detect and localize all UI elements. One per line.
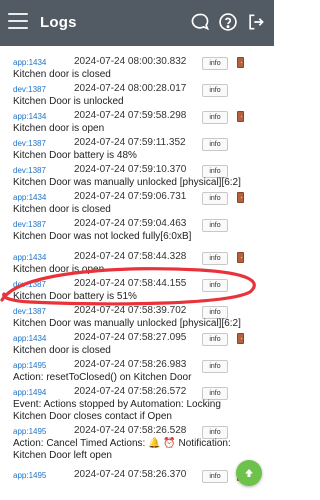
log-message: Event: Actions stopped by Automation: Lo… (13, 399, 221, 422)
log-message: Action: Cancel Timed Actions: 🔔 ⏰ Notifi… (13, 438, 231, 461)
arrow-up-icon (245, 469, 253, 477)
log-message: Action: resetToClosed() on Kitchen Door (13, 372, 192, 383)
device-link[interactable]: dev:1387 (13, 85, 46, 94)
door-icon (237, 192, 244, 203)
device-link[interactable]: app:1495 (13, 427, 46, 436)
device-link[interactable]: app:1495 (13, 471, 46, 480)
log-timestamp: 2024-07-24 07:58:26.528 (74, 425, 187, 436)
log-message: Kitchen Door was not locked fully[6:0xB] (13, 231, 192, 242)
door-icon (237, 57, 244, 68)
top-bar: Logs (0, 0, 274, 46)
device-link[interactable]: app:1494 (13, 388, 46, 397)
log-message: Kitchen door is closed (13, 345, 111, 356)
device-link[interactable]: dev:1387 (13, 307, 46, 316)
device-link[interactable]: dev:1387 (13, 220, 46, 229)
info-badge: info (202, 470, 228, 483)
log-timestamp: 2024-07-24 07:59:10.370 (74, 164, 187, 175)
log-timestamp: 2024-07-24 08:00:28.017 (74, 83, 187, 94)
device-link[interactable]: app:1434 (13, 112, 46, 121)
log-timestamp: 2024-07-24 08:00:30.832 (74, 56, 187, 67)
log-timestamp: 2024-07-24 07:58:26.983 (74, 359, 187, 370)
log-timestamp: 2024-07-24 07:58:39.702 (74, 305, 187, 316)
log-timestamp: 2024-07-24 07:59:58.298 (74, 110, 187, 121)
log-list: app:1434 2024-07-24 08:00:30.832 info Ki… (0, 46, 274, 500)
scroll-to-top-button[interactable] (236, 460, 262, 486)
log-timestamp: 2024-07-24 07:59:06.731 (74, 191, 187, 202)
door-icon (237, 111, 244, 122)
log-timestamp: 2024-07-24 07:59:11.352 (74, 137, 186, 148)
log-message: Kitchen door is closed (13, 69, 111, 80)
log-timestamp: 2024-07-24 07:58:44.328 (74, 251, 187, 262)
log-message: Kitchen Door is unlocked (13, 96, 124, 107)
menu-icon[interactable] (8, 13, 28, 31)
logout-icon[interactable] (246, 12, 266, 32)
log-message: Kitchen door is open (13, 123, 105, 134)
device-link[interactable]: dev:1387 (13, 166, 46, 175)
device-link[interactable]: app:1434 (13, 193, 46, 202)
door-icon (237, 252, 244, 263)
device-link[interactable]: dev:1387 (13, 280, 46, 289)
device-link[interactable]: dev:1387 (13, 139, 46, 148)
device-link[interactable]: app:1434 (13, 253, 46, 262)
help-icon[interactable] (218, 12, 238, 32)
log-message: Kitchen Door was manually unlocked [phys… (13, 318, 241, 329)
device-link[interactable]: app:1434 (13, 58, 46, 67)
log-timestamp: 2024-07-24 07:58:26.572 (74, 386, 187, 397)
log-message: Kitchen Door was manually unlocked [phys… (13, 177, 241, 188)
log-timestamp: 2024-07-24 07:58:26.370 (74, 469, 187, 480)
log-timestamp: 2024-07-24 07:58:27.095 (74, 332, 187, 343)
log-timestamp: 2024-07-24 07:58:44.155 (74, 278, 187, 289)
door-icon (237, 333, 244, 344)
chat-icon[interactable] (190, 12, 210, 32)
log-message: Kitchen door is open (13, 264, 105, 275)
log-message: Kitchen Door battery is 51% (13, 291, 137, 302)
device-link[interactable]: app:1495 (13, 361, 46, 370)
device-link[interactable]: app:1434 (13, 334, 46, 343)
log-message: Kitchen door is closed (13, 204, 111, 215)
log-message: Kitchen Door battery is 48% (13, 150, 137, 161)
log-timestamp: 2024-07-24 07:59:04.463 (74, 218, 187, 229)
page-title: Logs (40, 14, 77, 31)
